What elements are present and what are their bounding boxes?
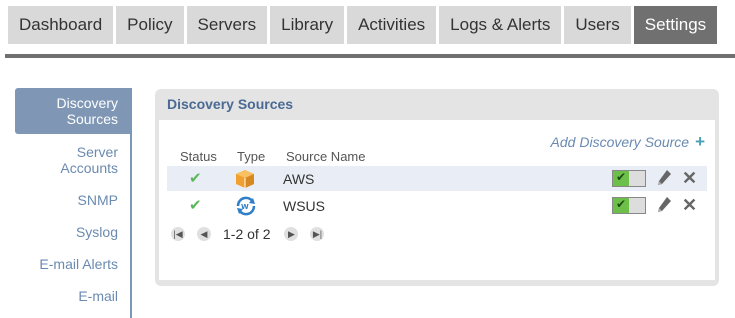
prev-page-icon[interactable]: ◀ (197, 227, 211, 241)
sidebar-item-discovery-sources[interactable]: Discovery Sources (15, 88, 130, 134)
sidebar-item-snmp[interactable]: SNMP (15, 192, 130, 208)
next-page-icon[interactable]: ▶ (284, 227, 299, 241)
wsus-icon: W (235, 196, 257, 221)
sidebar-item-email-alerts[interactable]: E-mail Alerts (15, 256, 130, 272)
table-row[interactable]: ✔ AWS ✕ (167, 166, 707, 191)
tab-policy[interactable]: Policy (116, 6, 184, 44)
panel-title: Discovery Sources (167, 96, 294, 112)
nav-divider (5, 54, 735, 58)
pencil-icon[interactable] (656, 169, 672, 187)
delete-icon[interactable]: ✕ (682, 168, 697, 189)
tab-library[interactable]: Library (270, 6, 345, 44)
tab-users[interactable]: Users (564, 6, 631, 44)
svg-text:W: W (241, 203, 249, 211)
column-status: Status (180, 149, 217, 164)
discovery-sources-panel: Discovery Sources Add Discovery Source +… (155, 89, 719, 286)
tab-dashboard[interactable]: Dashboard (8, 6, 114, 44)
pagination: |◀ ◀ 1-2 of 2 ▶ ▶| (171, 224, 336, 244)
source-name: WSUS (283, 198, 325, 214)
add-link-label: Add Discovery Source (550, 134, 690, 150)
tab-settings[interactable]: Settings (633, 6, 718, 44)
first-page-icon[interactable]: |◀ (171, 227, 185, 241)
check-icon: ✔ (189, 197, 202, 214)
enable-toggle[interactable] (612, 197, 646, 214)
check-icon: ✔ (189, 170, 202, 187)
aws-box-icon (235, 169, 255, 194)
tab-servers[interactable]: Servers (186, 6, 268, 44)
main-nav: Dashboard Policy Servers Library Activit… (8, 6, 720, 44)
panel-body: Add Discovery Source + Status Type Sourc… (159, 120, 715, 280)
delete-icon[interactable]: ✕ (682, 195, 697, 216)
pencil-icon[interactable] (656, 196, 672, 214)
sidebar-item-label: Discovery Sources (56, 95, 118, 127)
tab-activities[interactable]: Activities (347, 6, 437, 44)
table-header: Status Type Source Name (167, 149, 707, 165)
settings-sidebar: Discovery Sources Server Accounts SNMP S… (15, 88, 132, 318)
source-name: AWS (283, 171, 315, 187)
last-page-icon[interactable]: ▶| (310, 227, 325, 241)
table-row[interactable]: ✔ W WSUS ✕ (167, 193, 707, 218)
tab-logs-alerts[interactable]: Logs & Alerts (439, 6, 562, 44)
column-type: Type (237, 149, 266, 164)
sidebar-item-server-accounts[interactable]: Server Accounts (28, 144, 130, 176)
sidebar-item-email[interactable]: E-mail (15, 288, 130, 304)
enable-toggle[interactable] (612, 170, 646, 187)
sidebar-item-syslog[interactable]: Syslog (15, 224, 130, 240)
page-count: 1-2 of 2 (223, 226, 271, 242)
column-source-name: Source Name (286, 149, 366, 164)
